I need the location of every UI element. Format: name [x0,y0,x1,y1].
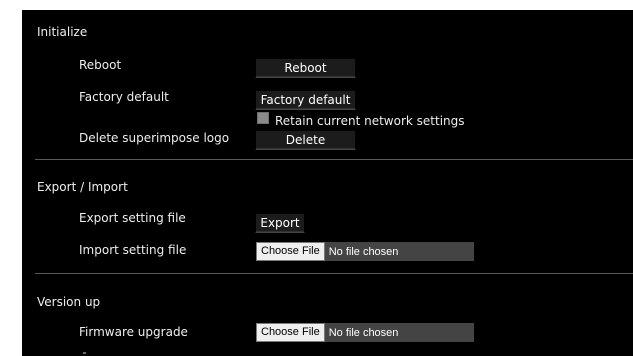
delete-logo-button[interactable]: Delete [255,130,356,150]
reboot-label: Reboot [79,58,122,72]
firmware-file-input[interactable]: Choose File No file chosen [256,323,474,342]
retain-network-settings-checkbox[interactable] [257,112,269,124]
firmware-choose-file-button[interactable]: Choose File [256,323,325,342]
section-divider [35,273,633,274]
import-file-status: No file chosen [328,245,399,258]
import-file-input[interactable]: Choose File No file chosen [256,242,474,261]
version-up-section-title: Version up [37,295,101,309]
cut-off-text-fragment [83,352,86,354]
firmware-upgrade-label: Firmware upgrade [79,325,188,339]
export-import-section-title: Export / Import [37,180,128,194]
initialize-section-title: Initialize [37,25,88,39]
settings-panel: Initialize Reboot Reboot Factory default… [22,10,633,356]
factory-default-label: Factory default [79,90,169,104]
export-setting-file-label: Export setting file [79,211,186,225]
factory-default-button[interactable]: Factory default [255,90,356,110]
import-choose-file-button[interactable]: Choose File [256,242,325,261]
section-divider [35,159,633,160]
import-setting-file-label: Import setting file [79,243,187,257]
delete-logo-label: Delete superimpose logo [79,131,230,145]
retain-network-settings-label: Retain current network settings [275,114,465,128]
reboot-button[interactable]: Reboot [255,58,356,78]
export-button[interactable]: Export [255,213,305,233]
firmware-file-status: No file chosen [328,326,399,339]
